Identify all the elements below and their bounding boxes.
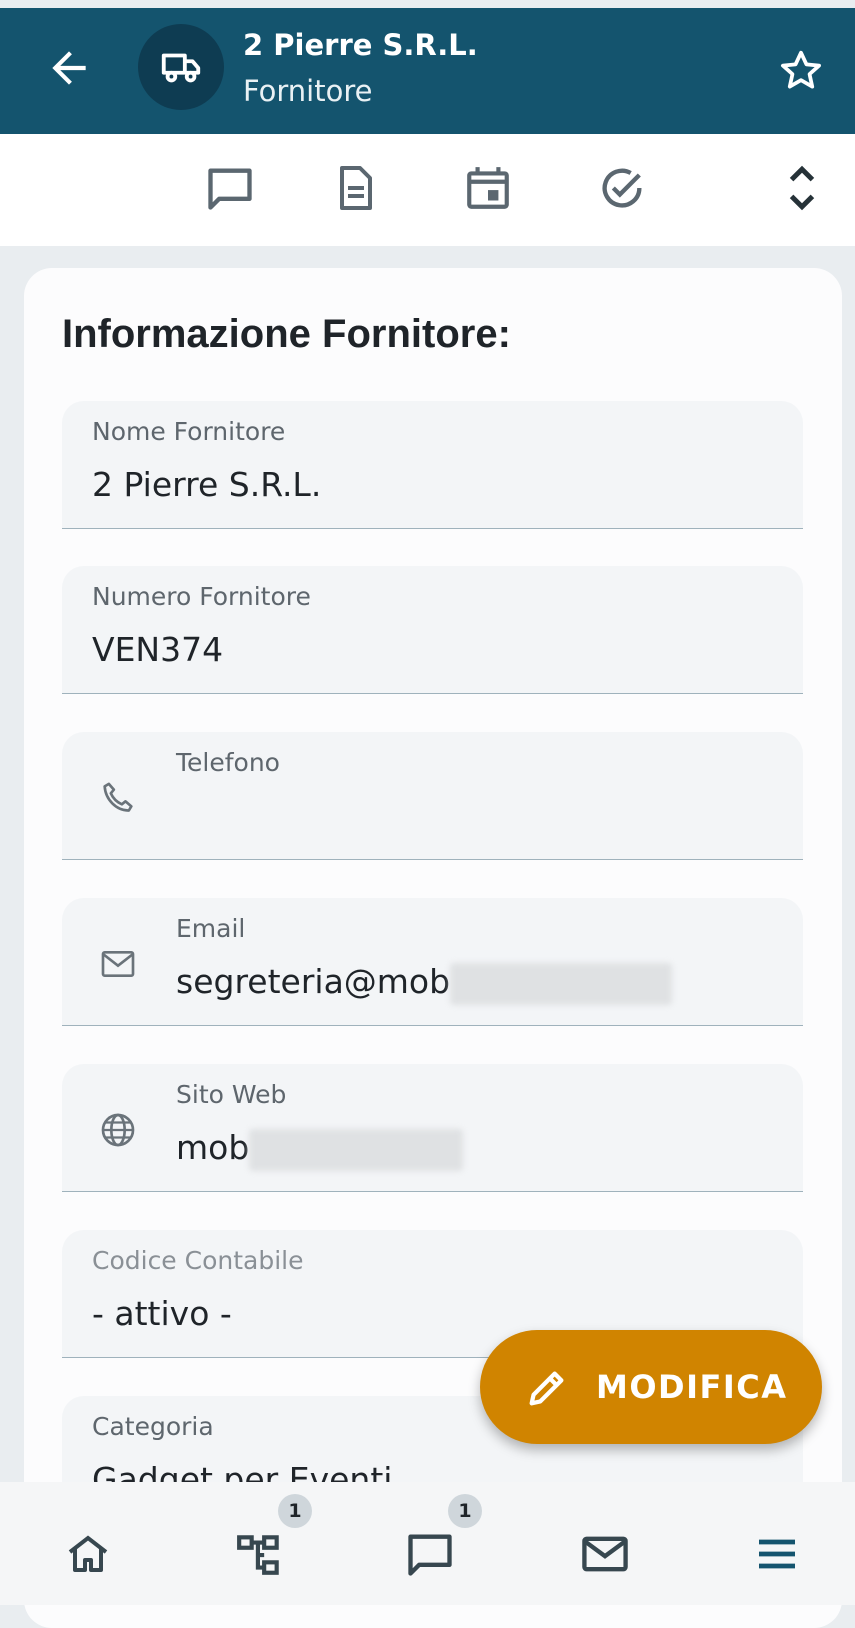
pencil-icon: [524, 1365, 570, 1411]
mail-icon[interactable]: [575, 1524, 635, 1584]
notification-badge: 1: [278, 1494, 312, 1528]
calendar-icon[interactable]: [458, 158, 518, 218]
arrow-left-icon[interactable]: [44, 43, 94, 93]
mail-icon: [98, 944, 138, 984]
document-icon[interactable]: [326, 158, 386, 218]
phone-field[interactable]: Telefono: [62, 732, 803, 860]
page-title: 2 Pierre S.R.L.: [243, 28, 478, 62]
page-subtitle: Fornitore: [243, 74, 373, 108]
app-bar: 2 Pierre S.R.L. Fornitore: [0, 0, 855, 134]
field-value: mob: [176, 1128, 250, 1167]
field-label: Nome Fornitore: [92, 417, 286, 446]
avatar: [138, 24, 224, 110]
field-label: Codice Contabile: [92, 1246, 304, 1275]
notification-badge: 1: [448, 1494, 482, 1528]
chat-bubble-icon[interactable]: [200, 158, 260, 218]
field-value: VEN374: [92, 630, 224, 669]
phone-icon: [98, 778, 138, 818]
field-value: - attivo -: [92, 1294, 232, 1333]
truck-icon: [161, 53, 201, 83]
field-label: Numero Fornitore: [92, 582, 311, 611]
redacted-block: [450, 962, 673, 1005]
check-circle-icon[interactable]: [592, 158, 652, 218]
field-label: Sito Web: [176, 1080, 287, 1109]
edit-button-label: MODIFICA: [596, 1368, 788, 1406]
field-value: segreteria@mob: [176, 962, 451, 1001]
action-toolbar: [0, 134, 855, 246]
field-label: Email: [176, 914, 246, 943]
menu-icon[interactable]: [747, 1524, 807, 1584]
supplier-number-field[interactable]: Numero Fornitore VEN374: [62, 566, 803, 694]
chat-bubble-icon[interactable]: 1: [400, 1494, 482, 1584]
field-value: 2 Pierre S.R.L.: [92, 465, 322, 504]
globe-icon: [98, 1110, 138, 1150]
supplier-name-field[interactable]: Nome Fornitore 2 Pierre S.R.L.: [62, 401, 803, 529]
bottom-navigation: 1 1: [0, 1482, 855, 1605]
field-label: Telefono: [176, 748, 280, 777]
edit-button[interactable]: MODIFICA: [480, 1330, 822, 1444]
star-outline-icon[interactable]: [776, 46, 826, 96]
home-icon[interactable]: [58, 1524, 118, 1584]
website-field[interactable]: Sito Web mob: [62, 1064, 803, 1192]
email-field[interactable]: Email segreteria@mob: [62, 898, 803, 1026]
redacted-block: [249, 1128, 464, 1171]
section-title: Informazione Fornitore:: [62, 312, 511, 356]
expand-collapse-icon[interactable]: [772, 158, 832, 218]
field-label: Categoria: [92, 1412, 214, 1441]
hierarchy-icon[interactable]: 1: [230, 1494, 312, 1584]
